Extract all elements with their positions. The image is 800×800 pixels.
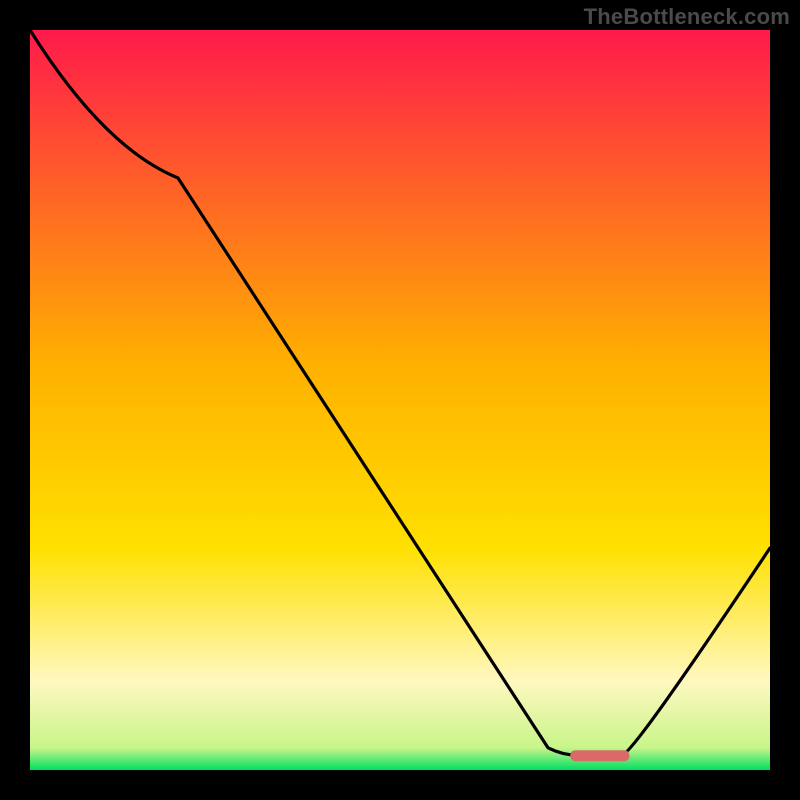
bottleneck-chart: [30, 30, 770, 770]
gradient-background: [30, 30, 770, 770]
chart-frame: TheBottleneck.com: [0, 0, 800, 800]
watermark-text: TheBottleneck.com: [584, 4, 790, 30]
optimal-range-marker: [570, 750, 629, 761]
